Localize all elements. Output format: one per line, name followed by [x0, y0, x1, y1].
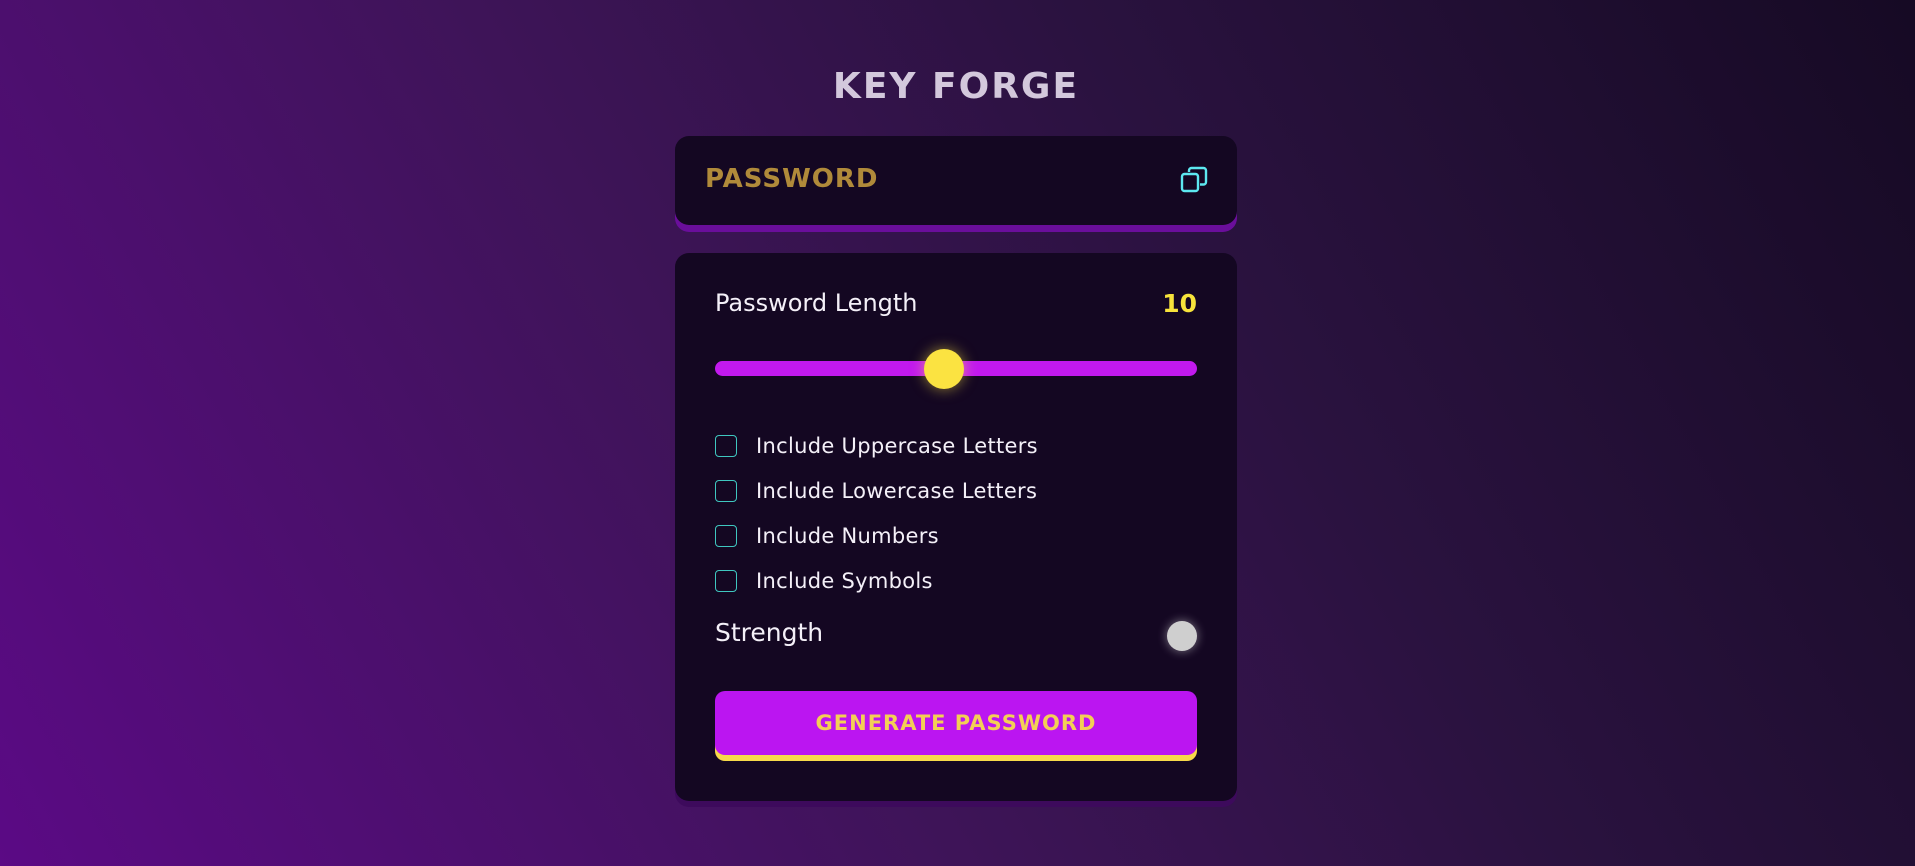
lowercase-checkbox[interactable]: [715, 479, 737, 502]
option-label: Include Lowercase Letters: [756, 478, 1038, 503]
option-uppercase[interactable]: Include Uppercase Letters: [715, 423, 1197, 468]
settings-panel: Password Length 10 Include Uppercase Let…: [675, 253, 1237, 801]
strength-indicator: [1167, 621, 1197, 651]
uppercase-checkbox[interactable]: [715, 434, 737, 457]
generate-password-button[interactable]: GENERATE PASSWORD: [715, 691, 1197, 755]
options-list: Include Uppercase Letters Include Lowerc…: [715, 423, 1197, 603]
option-numbers[interactable]: Include Numbers: [715, 513, 1197, 558]
length-slider[interactable]: [715, 348, 1197, 389]
option-label: Include Uppercase Letters: [756, 433, 1038, 458]
numbers-checkbox[interactable]: [715, 524, 737, 547]
app-title: KEY FORGE: [832, 66, 1080, 107]
option-label: Include Symbols: [756, 568, 933, 593]
copy-button[interactable]: [1179, 165, 1209, 195]
length-value: 10: [1162, 289, 1197, 318]
option-lowercase[interactable]: Include Lowercase Letters: [715, 468, 1197, 513]
symbols-checkbox[interactable]: [715, 569, 737, 592]
length-label: Password Length: [715, 289, 918, 317]
strength-label: Strength: [715, 618, 824, 647]
option-label: Include Numbers: [756, 523, 939, 548]
copy-icon: [1180, 166, 1208, 193]
option-symbols[interactable]: Include Symbols: [715, 558, 1197, 603]
password-text[interactable]: PASSWORD: [705, 164, 878, 194]
password-display: PASSWORD: [675, 136, 1237, 225]
slider-thumb[interactable]: [923, 348, 964, 389]
